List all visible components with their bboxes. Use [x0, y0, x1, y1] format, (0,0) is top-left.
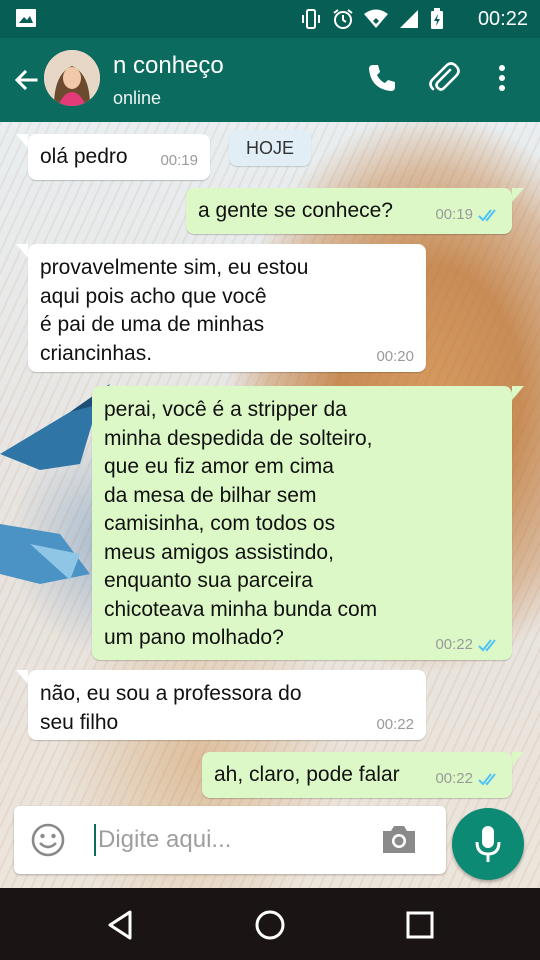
message-text: provavelmente sim, eu estou aqui pois ac…: [40, 256, 309, 365]
nav-recents-icon[interactable]: [403, 908, 437, 942]
read-ticks-icon: [478, 209, 496, 222]
bubble-tail: [512, 752, 524, 766]
vibrate-icon: [302, 9, 320, 29]
phone-icon[interactable]: [366, 62, 398, 94]
wifi-icon: [364, 9, 388, 28]
bubble-tail: [16, 670, 28, 684]
bubble-tail: [16, 134, 28, 148]
system-nav-bar: [0, 888, 540, 960]
read-ticks-icon: [478, 773, 496, 786]
message-meta: 00:20: [376, 348, 414, 366]
message-time: 00:22: [435, 770, 473, 787]
incoming-message[interactable]: olá pedro 00:19: [28, 134, 210, 180]
incoming-message[interactable]: provavelmente sim, eu estou aqui pois ac…: [28, 244, 426, 372]
message-time: 00:19: [160, 152, 198, 169]
status-bar: 00:22: [0, 0, 540, 38]
message-text: não, eu sou a professora do seu filho: [40, 682, 302, 734]
camera-icon[interactable]: [380, 822, 418, 856]
message-meta: 00:22: [435, 636, 500, 654]
message-text: perai, você é a stripper da minha desped…: [104, 398, 378, 649]
message-composer: [14, 806, 446, 874]
nav-home-icon[interactable]: [253, 908, 287, 942]
back-arrow-icon[interactable]: [10, 64, 42, 96]
message-time: 00:19: [435, 206, 473, 223]
message-text: ah, claro, pode falar: [214, 763, 400, 786]
message-text: olá pedro: [40, 145, 128, 168]
bubble-tail: [512, 188, 524, 202]
message-text: a gente se conhece?: [198, 199, 393, 222]
contact-status: online: [113, 88, 162, 108]
outgoing-message[interactable]: ah, claro, pode falar 00:22: [202, 752, 512, 798]
nav-back-icon[interactable]: [104, 908, 138, 942]
bubble-tail: [16, 244, 28, 258]
message-meta: 00:19: [435, 206, 500, 224]
gallery-icon: [16, 9, 36, 27]
contact-avatar[interactable]: [44, 50, 100, 106]
mic-icon: [475, 826, 501, 862]
message-meta: 00:22: [376, 716, 414, 734]
message-meta: 00:22: [435, 770, 500, 788]
chat-header: n conheço online: [0, 38, 540, 122]
outgoing-message[interactable]: perai, você é a stripper da minha desped…: [92, 386, 512, 660]
status-icons: [300, 7, 444, 31]
paperclip-icon[interactable]: [426, 60, 462, 96]
date-chip: HOJE: [229, 130, 311, 166]
battery-charging-icon: [431, 8, 443, 29]
incoming-message[interactable]: não, eu sou a professora do seu filho 00…: [28, 670, 426, 740]
chat-area[interactable]: HOJE olá pedro 00:19 a gente se conhece?…: [0, 122, 540, 888]
signal-icon: [400, 10, 418, 28]
message-time: 00:22: [376, 716, 414, 733]
mic-button[interactable]: [452, 808, 524, 880]
message-input[interactable]: [98, 820, 368, 860]
contact-name[interactable]: n conheço: [113, 52, 224, 80]
alarm-icon: [333, 9, 353, 29]
read-ticks-icon: [478, 639, 496, 652]
bubble-tail: [512, 386, 524, 400]
message-time: 00:20: [376, 348, 414, 365]
outgoing-message[interactable]: a gente se conhece? 00:19: [186, 188, 512, 234]
more-vert-icon[interactable]: [490, 62, 514, 94]
emoji-icon[interactable]: [30, 822, 66, 858]
message-time: 00:22: [435, 636, 473, 653]
message-meta: 00:19: [160, 152, 198, 170]
status-time: 00:22: [477, 8, 528, 30]
text-caret: [94, 824, 96, 856]
